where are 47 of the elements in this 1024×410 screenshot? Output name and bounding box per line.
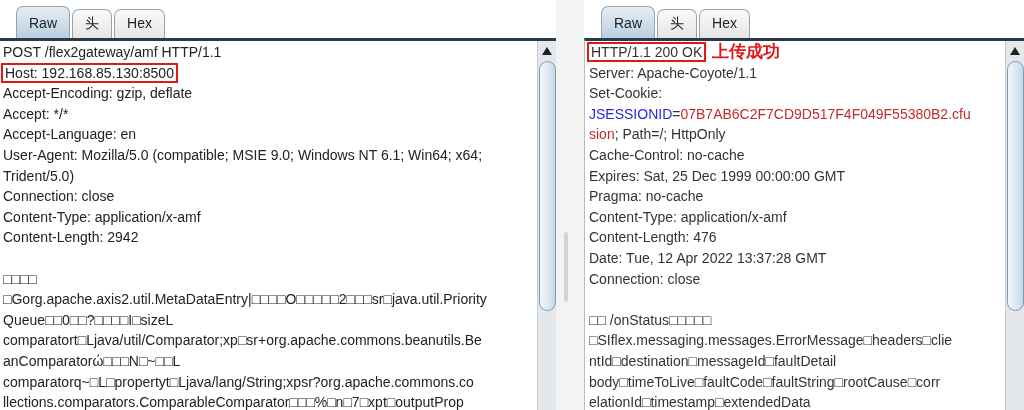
- text-line: llections.comparators.ComparableComparator□□□%□n□7□xpt□outputProp: [3, 394, 464, 410]
- text-line: Content-Length: 476: [589, 229, 717, 246]
- tab[interactable]: 头: [72, 9, 112, 38]
- text-line: Cache-Control: no-cache: [589, 146, 745, 163]
- text-line: anComparatorώ□□□N□~□□L: [3, 352, 181, 369]
- scrollbar[interactable]: [537, 41, 556, 410]
- text-line: sion; Path=/; HttpOnly: [589, 126, 726, 143]
- text-line: Content-Type: application/x-amf: [3, 208, 201, 225]
- scroll-thumb[interactable]: [1006, 61, 1024, 311]
- text-line: comparatort□Ljava/util/Comparator;xp□sr+org.apache.commons.beanutils.Be: [3, 332, 482, 349]
- text-line: Connection: close: [3, 188, 115, 205]
- text-line: Accept: */*: [3, 105, 69, 122]
- tab[interactable]: 头: [657, 9, 697, 38]
- tab[interactable]: Raw: [16, 6, 70, 38]
- text-line: □□ /onStatus□□□□□: [589, 311, 712, 328]
- text-line: Host: 192.168.85.130:8500: [3, 64, 176, 81]
- text-line: comparatorq~□L□propertyt□Ljava/lang/String;xpsr?org.apache.commons.co: [3, 373, 474, 390]
- text-line: Server: Apache-Coyote/1.1: [589, 64, 758, 81]
- text-line: POST /flex2gateway/amf HTTP/1.1: [3, 44, 222, 60]
- text-line: Content-Type: application/x-amf: [589, 208, 787, 225]
- text-line: Set-Cookie:: [589, 85, 663, 102]
- tab[interactable]: Hex: [699, 9, 750, 38]
- text-line: Trident/5.0): [3, 167, 75, 184]
- text-line: Connection: close: [589, 270, 701, 287]
- text-line: JSESSIONID=07B7AB6C2F7CD9D517F4F049F55380B2.cfu: [589, 105, 971, 122]
- text-line: elationId□timestamp□extendedData: [589, 394, 811, 410]
- scroll-thumb[interactable]: [538, 61, 556, 311]
- text-line: ntId□destination□messageId□faultDetail: [589, 352, 837, 369]
- text-line: Accept-Encoding: gzip, deflate: [3, 85, 193, 102]
- text-line: Queue□□0□□?□□□□I□sizeL: [3, 311, 174, 328]
- text-line: body□timeToLive□faultCode□faultString□rootCause□corr: [589, 373, 941, 390]
- text-line: □Gorg.apache.axis2.util.MetaDataEntry|□□□□O□□□□□2□□□sr□java.util.Priority: [3, 291, 487, 308]
- text-line: □SIflex.messaging.messages.ErrorMessage□headers□clie: [589, 332, 953, 349]
- tab[interactable]: Hex: [114, 9, 165, 38]
- text-line: Content-Length: 2942: [3, 229, 139, 246]
- annotation-text: 上传成功: [712, 42, 781, 61]
- text-line: Date: Tue, 12 Apr 2022 13:37:28 GMT: [589, 249, 827, 266]
- scroll-up-icon[interactable]: [542, 47, 552, 55]
- text-line: Accept-Language: en: [3, 126, 137, 143]
- scrollbar[interactable]: [1005, 41, 1024, 410]
- scroll-up-icon[interactable]: [1010, 47, 1020, 55]
- text-line: User-Agent: Mozilla/5.0 (compatible; MSIE 9.0; Windows NT 6.1; Win64; x64;: [3, 146, 483, 163]
- tab[interactable]: Raw: [601, 6, 655, 38]
- text-line: HTTP/1.1 200 OK: [589, 44, 705, 60]
- text-line: □□□□: [3, 270, 37, 287]
- text-line: Pragma: no-cache: [589, 188, 704, 205]
- text-line: Expires: Sat, 25 Dec 1999 00:00:00 GMT: [589, 167, 846, 184]
